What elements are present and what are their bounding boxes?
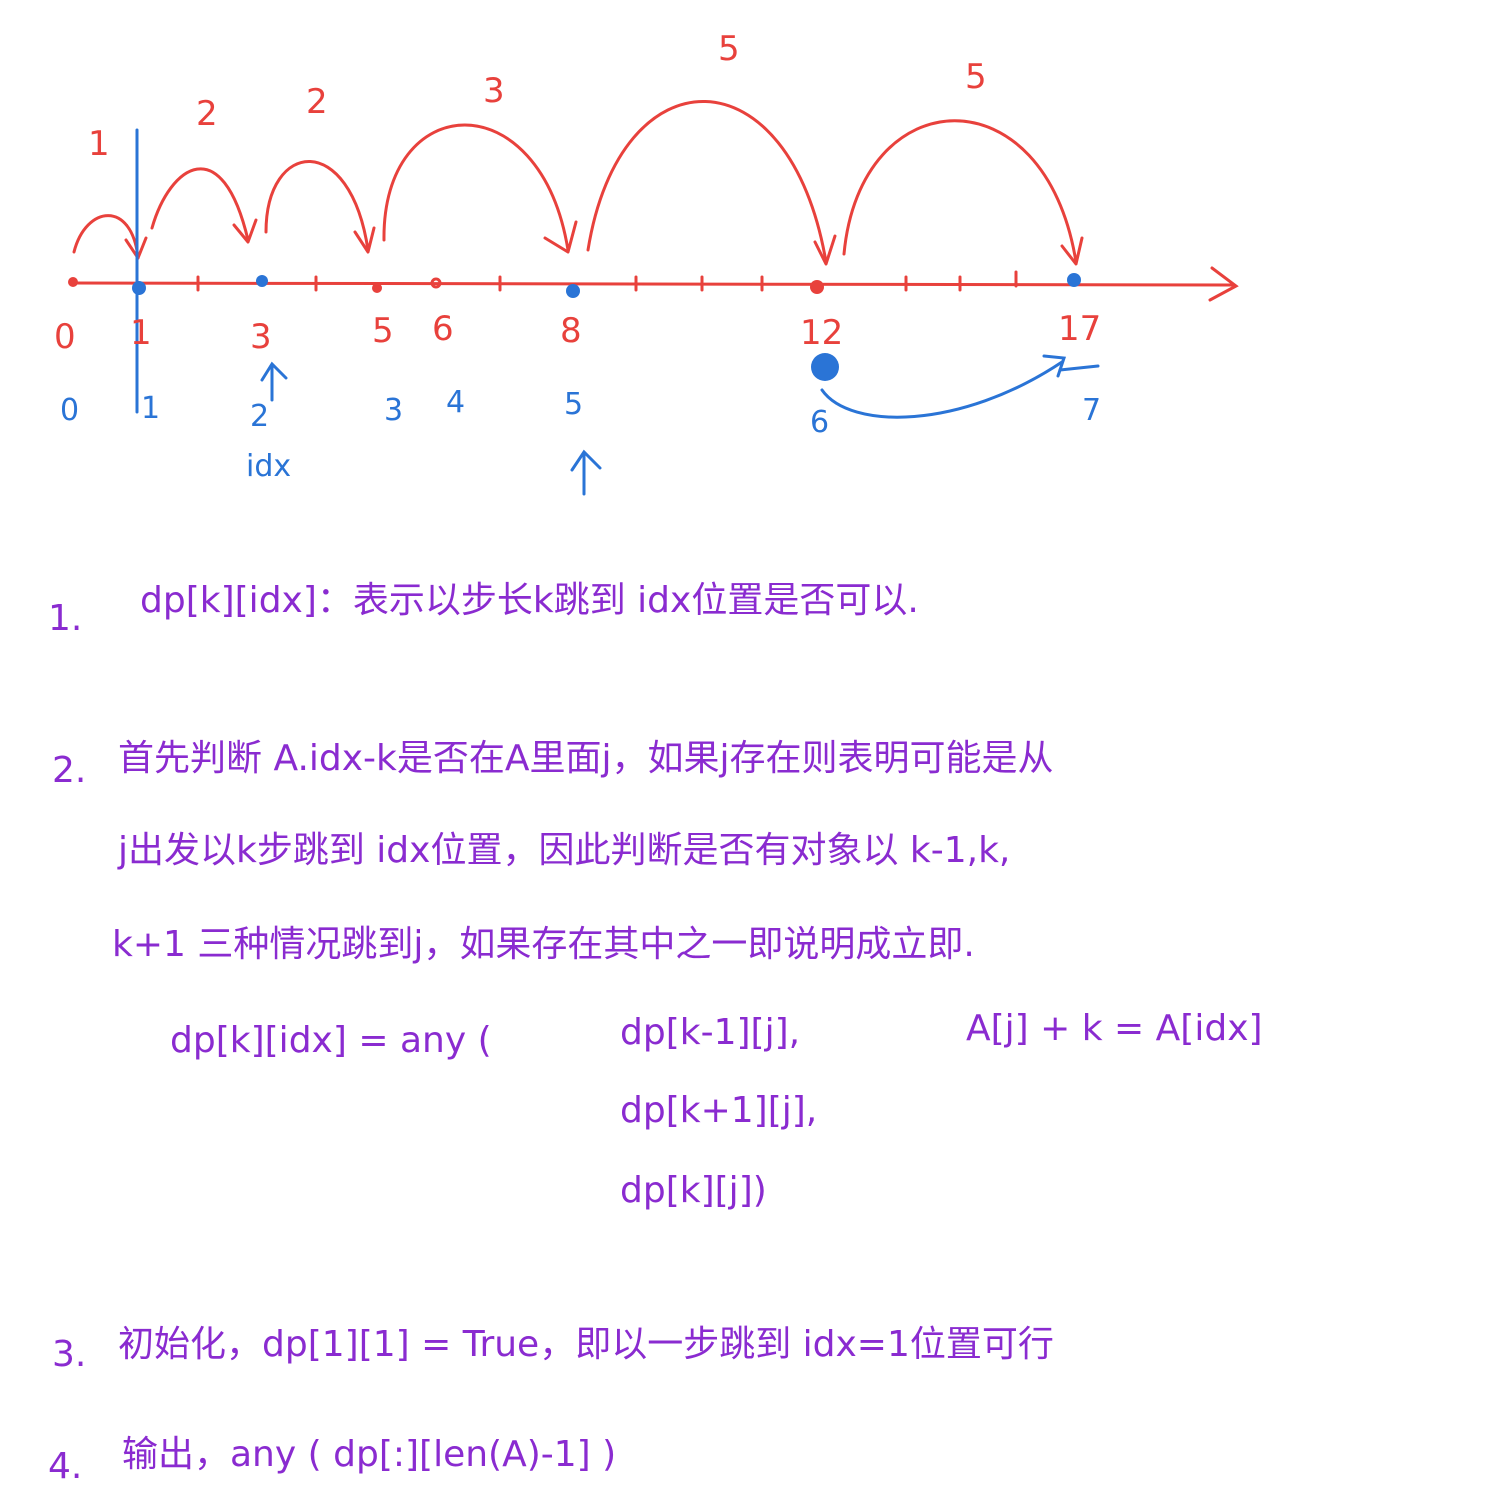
jump-size-label: 3: [483, 71, 505, 111]
notes: 1. dp[k][idx]：表示以步长k跳到 idx位置是否可以. 2. 首先判…: [48, 580, 1263, 1487]
note-2-line-1: 首先判断 A.idx-k是否在A里面j，如果j存在则表明可能是从: [118, 738, 1054, 779]
index-6-marker: [811, 353, 839, 381]
note-1-number: 1.: [48, 598, 82, 639]
idx-pointer-arrowhead: [260, 361, 288, 382]
note-4-text: 输出，any ( dp[:][len(A)-1] ): [122, 1434, 616, 1475]
formula-term-2: dp[k+1][j],: [620, 1090, 817, 1131]
note-1-text: dp[k][idx]：表示以步长k跳到 idx位置是否可以.: [140, 580, 919, 621]
point-1: [132, 281, 146, 295]
jump-arc-1-3: [150, 167, 250, 242]
idx-label: idx: [246, 449, 291, 484]
position-label: 3: [250, 317, 272, 357]
number-line-axis: [68, 281, 1234, 287]
note-2-line-2: j出发以k步跳到 idx位置，因此判断是否有对象以 k-1,k,: [117, 830, 1010, 871]
jump-arrowhead: [543, 220, 578, 254]
jump-size-label: 2: [306, 82, 328, 122]
jump-arc-0-1: [72, 214, 140, 260]
note-4-number: 4.: [48, 1446, 82, 1487]
jump-arc-12-17: [842, 119, 1078, 264]
point-8: [566, 284, 580, 298]
jump-arc-3-5: [264, 160, 370, 252]
formula-term-1: dp[k-1][j],: [620, 1012, 800, 1053]
position-label: 6: [432, 309, 454, 349]
reach-arrow-12-17: [820, 360, 1064, 419]
note-2-line-3: k+1 三种情况跳到j，如果存在其中之一即说明成立即.: [112, 924, 975, 965]
position-labels: 0 1 3 5 6 8 12 17: [54, 309, 1101, 357]
index-label: 2: [250, 399, 269, 434]
point-17: [1067, 273, 1081, 287]
jump-size-label: 1: [88, 124, 110, 164]
formula-lhs: dp[k][idx] = any (: [170, 1020, 492, 1061]
note-2-number: 2.: [52, 750, 86, 791]
position-label: 5: [372, 311, 394, 351]
position-label: 0: [54, 317, 76, 357]
jump-size-label: 5: [965, 57, 987, 97]
formula-condition: A[j] + k = A[idx]: [966, 1008, 1263, 1049]
jump-arc-5-8: [382, 123, 570, 252]
point-12: [810, 280, 824, 294]
jump-size-label: 2: [196, 94, 218, 134]
jump-labels: 1 2 2 3 5 5: [88, 29, 987, 164]
position-label: 1: [130, 313, 152, 353]
index-label: 1: [141, 391, 160, 426]
handwritten-diagram: 1 2 2 3 5 5 0 1 3 5 6 8 12 17 0 1 2 3 4: [48, 29, 1263, 1487]
reach-scribble: [1058, 364, 1100, 372]
index-label: 4: [446, 385, 465, 420]
number-line: [68, 266, 1239, 302]
index-labels: 0 1 2 3 4 5 6 7 idx: [60, 385, 1101, 484]
point-3: [256, 275, 268, 287]
point-5: [372, 283, 382, 293]
index-label: 0: [60, 393, 79, 428]
pointer-arrowhead: [570, 449, 602, 472]
formula-term-3: dp[k][j]): [620, 1170, 767, 1211]
blue-marks: [135, 128, 1100, 496]
index-label: 7: [1082, 393, 1101, 428]
position-label: 12: [800, 313, 843, 353]
jump-arcs: [72, 100, 1084, 266]
index-label: 3: [384, 393, 403, 428]
position-label: 17: [1058, 309, 1101, 349]
jump-arc-8-12: [586, 100, 828, 264]
index-label: 5: [564, 387, 583, 422]
point-0: [68, 277, 78, 287]
note-3-text: 初始化，dp[1][1] = True，即以一步跳到 idx=1位置可行: [118, 1324, 1054, 1365]
position-label: 8: [560, 311, 582, 351]
index-label: 6: [810, 405, 829, 440]
note-3-number: 3.: [52, 1334, 86, 1375]
jump-size-label: 5: [718, 29, 740, 69]
